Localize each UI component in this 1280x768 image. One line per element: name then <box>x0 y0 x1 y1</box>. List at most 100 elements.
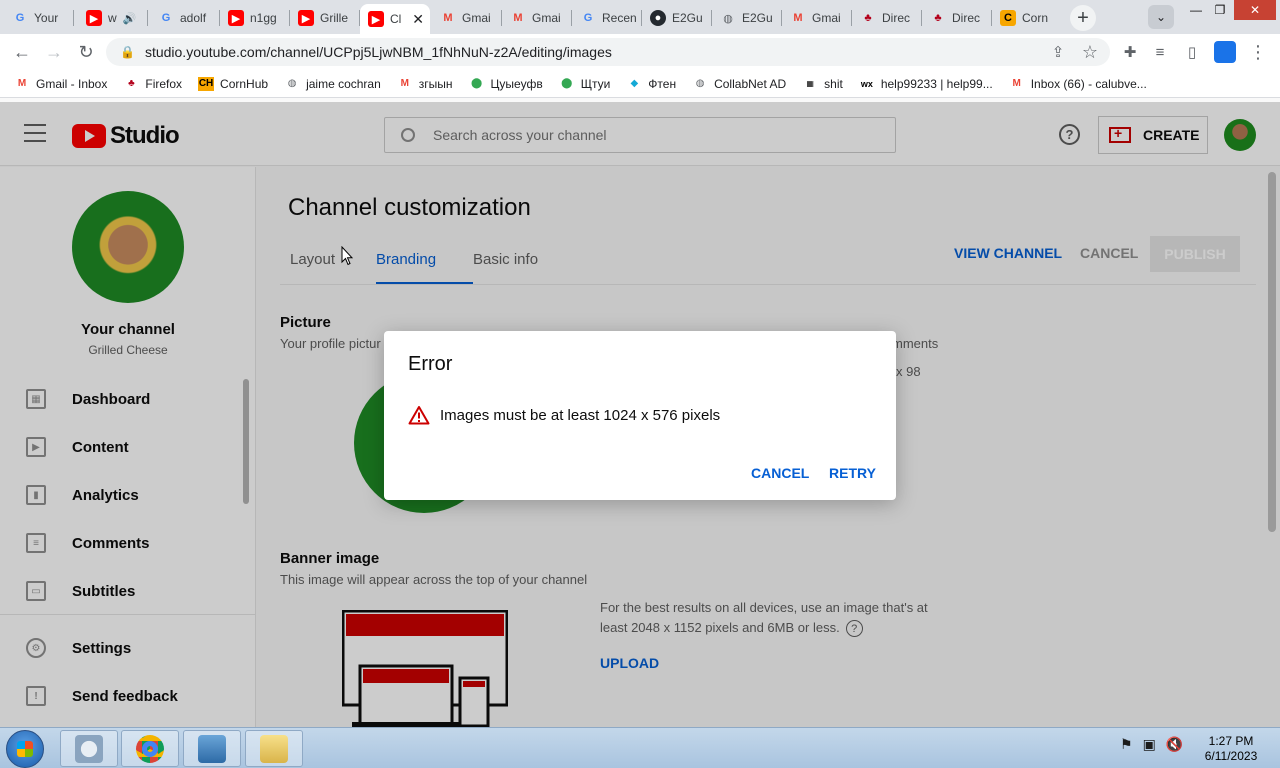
mouse-cursor-icon <box>341 246 353 266</box>
github-icon: ● <box>650 10 666 26</box>
back-arrow-icon[interactable]: ← <box>10 40 34 64</box>
bookmark-item[interactable]: ⬤ Щтуи <box>559 76 611 91</box>
cornhub-icon: CH <box>198 76 215 91</box>
restore-icon[interactable]: ❐ <box>1208 0 1232 20</box>
bookmark-item[interactable]: ♣ Firefox <box>123 77 182 91</box>
taskbar-clock[interactable]: 1:27 PM 6/11/2023 <box>1198 734 1264 764</box>
google-icon: G <box>15 12 25 24</box>
tab-label: Gmai <box>462 11 491 25</box>
forward-arrow-icon[interactable]: → <box>42 40 66 64</box>
youtube-icon: ▶ <box>298 10 314 26</box>
taskbar-app[interactable] <box>183 730 241 767</box>
error-dialog: Error Images must be at least 1024 x 576… <box>384 331 896 500</box>
dialog-title: Error <box>408 353 453 375</box>
browser-tab-strip: G Your ▶ w 🔊 G adolf ▶ n1gg ▶ Grille ▶ C… <box>0 0 1280 34</box>
bookmark-label: Gmail - Inbox <box>36 76 108 91</box>
flag-icon[interactable]: ⚑ <box>1120 736 1133 753</box>
tab-label: Recen <box>602 11 637 25</box>
hpb-icon: ▦ <box>806 79 814 88</box>
speaker-icon[interactable]: 🔊 <box>123 12 137 25</box>
chrome-icon <box>136 734 164 763</box>
windows-taskbar: ⚑ ▣ 🔇 1:27 PM 6/11/2023 <box>0 727 1280 768</box>
tab-label: Direc <box>882 11 911 25</box>
dialog-retry-button[interactable]: RETRY <box>829 465 876 481</box>
browser-toolbar: ← → ↻ 🔒 studio.youtube.com/channel/UCPpj… <box>0 34 1280 70</box>
maps-icon: ⬤ <box>561 78 573 89</box>
volume-muted-icon[interactable]: 🔇 <box>1166 736 1183 753</box>
clock-date: 6/11/2023 <box>1204 749 1258 763</box>
bookmark-item[interactable]: Mзгыын <box>397 77 453 91</box>
warning-icon <box>408 406 430 425</box>
taskbar-app[interactable] <box>60 730 118 767</box>
bookmark-label: згыын <box>418 76 453 91</box>
menu-kebab-icon[interactable]: ⋮ <box>1246 40 1270 64</box>
bookmark-label: Цуыеуфв <box>490 76 543 91</box>
google-icon: G <box>161 12 171 24</box>
bird-icon: ♣ <box>934 12 942 24</box>
browser-tab[interactable]: ● E2Gu <box>642 4 712 32</box>
dialog-cancel-button[interactable]: CANCEL <box>751 465 809 481</box>
globe-icon: ◍ <box>287 78 297 89</box>
browser-tab[interactable]: M Gmai <box>432 4 502 32</box>
gmail-icon: M <box>17 78 27 89</box>
browser-tab[interactable]: M Gmai <box>782 4 852 32</box>
browser-tab[interactable]: ♣ Direc <box>852 4 922 32</box>
browser-tab[interactable]: ▶ Grille <box>290 4 360 32</box>
bookmark-item[interactable]: M Gmail - Inbox <box>14 76 108 91</box>
windows-start-button[interactable] <box>6 730 44 768</box>
profile-icon[interactable] <box>1214 41 1236 63</box>
browser-tab[interactable]: G Recen <box>572 4 642 32</box>
new-tab-button[interactable]: + <box>1070 5 1096 31</box>
browser-tab[interactable]: ◍ E2Gu <box>712 4 782 32</box>
bookmark-item[interactable]: CH CornHub <box>198 76 268 91</box>
bookmark-item[interactable]: ◍ jaime cochran <box>284 77 381 91</box>
tab-label: E2Gu <box>742 11 773 25</box>
globe-icon: ◍ <box>723 12 733 25</box>
browser-tab[interactable]: G adolf <box>150 4 220 32</box>
taskbar-app[interactable] <box>121 730 179 767</box>
reload-icon[interactable]: ↻ <box>74 40 98 64</box>
bookmarks-bar: M Gmail - Inbox ♣ Firefox CH CornHub ◍ jaime… <box>0 70 1280 98</box>
bookmark-label: help99233 | help99... <box>880 76 993 91</box>
gmail-icon: M <box>400 78 409 89</box>
browser-tab[interactable]: ▶ n1gg <box>220 4 290 32</box>
browser-tab[interactable]: ♣ Direc <box>922 4 992 32</box>
minimize-icon[interactable]: — <box>1184 0 1208 20</box>
dialog-message-row: Images must be at least 1024 x 576 pixel… <box>408 405 720 425</box>
system-tray: ⚑ ▣ 🔇 <box>1120 736 1183 753</box>
bookmark-star-icon[interactable]: ☆ <box>1078 40 1102 64</box>
media-control-icon[interactable]: ≡ <box>1148 40 1172 64</box>
extensions-icon[interactable]: ✚ <box>1118 40 1142 64</box>
browser-tab[interactable]: M Gmai <box>502 4 572 32</box>
tab-label: Your <box>34 11 59 25</box>
url-text: studio.youtube.com/channel/UCPpj5LjwNBM_… <box>144 44 612 60</box>
dialog-message: Images must be at least 1024 x 576 pixel… <box>440 406 721 424</box>
browser-tab[interactable]: ▶ w 🔊 <box>78 4 148 32</box>
tab-label: Cl <box>390 12 402 26</box>
side-panel-icon[interactable]: ▯ <box>1180 40 1204 64</box>
tab-label: E2Gu <box>672 11 703 25</box>
bookmark-item[interactable]: ◆ Фтен <box>626 77 676 91</box>
browser-tab-active[interactable]: ▶ Cl ✕ <box>360 4 430 34</box>
address-bar[interactable]: 🔒 studio.youtube.com/channel/UCPpj5LjwNB… <box>106 38 1110 66</box>
bookmark-item[interactable]: ⬤ Цуыеуфв <box>469 77 543 91</box>
tab-label: w <box>108 11 117 25</box>
share-icon[interactable]: ⇪ <box>1046 40 1070 64</box>
lock-icon[interactable]: 🔒 <box>120 45 135 59</box>
taskbar-app[interactable] <box>245 730 303 767</box>
tab-search-button[interactable]: ⌄ <box>1148 5 1174 29</box>
bookmark-label: Щтуи <box>580 76 611 91</box>
gmail-icon: M <box>1012 78 1021 89</box>
browser-tab[interactable]: G Your <box>4 4 74 32</box>
bookmark-item[interactable]: ◍ CollabNet AD <box>692 77 786 91</box>
bookmark-label: shit <box>824 76 843 91</box>
bird-icon: ♣ <box>128 78 135 89</box>
bookmark-item[interactable]: ▦ shit <box>802 76 843 91</box>
window-close-icon[interactable]: ✕ <box>1234 0 1276 20</box>
bookmark-item[interactable]: wx help99233 | help99... <box>859 77 993 91</box>
network-icon[interactable]: ▣ <box>1143 736 1156 753</box>
close-tab-icon[interactable]: ✕ <box>412 11 424 28</box>
youtube-icon: ▶ <box>86 10 102 26</box>
bookmark-item[interactable]: M Inbox (66) - calubve... <box>1009 77 1147 91</box>
browser-tab[interactable]: C Corn <box>992 4 1062 32</box>
